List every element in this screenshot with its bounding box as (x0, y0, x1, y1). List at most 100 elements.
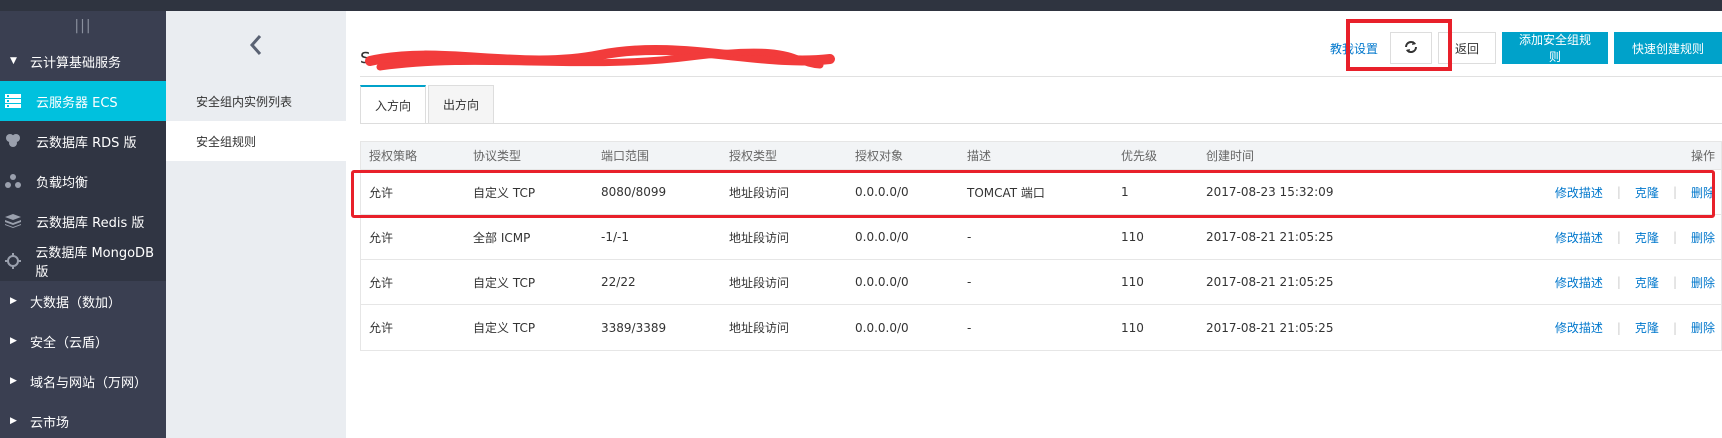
delete-link[interactable]: 删除 (1691, 274, 1715, 291)
column-header: 授权类型 (729, 149, 778, 163)
action-separator: | (1616, 320, 1621, 335)
header-divider (360, 76, 1722, 77)
cell-description: TOMCAT 端口 (967, 185, 1045, 200)
main-content: s 教我设置 返回 添加安全组规则 快速创建规则 入方向 出方向 授权策略 协议… (346, 11, 1722, 438)
sidebar-group-bigdata[interactable]: ▶ 大数据（数加） (0, 281, 166, 321)
cell-auth-object: 0.0.0.0/0 (855, 185, 909, 199)
help-link[interactable]: 教我设置 (1330, 40, 1378, 57)
table-row: 允许 全部 ICMP -1/-1 地址段访问 0.0.0.0/0 - 110 2… (361, 215, 1721, 260)
delete-link[interactable]: 删除 (1691, 229, 1715, 246)
cell-auth-type: 地址段访问 (729, 230, 790, 245)
tab-outbound[interactable]: 出方向 (428, 85, 495, 123)
cell-protocol: 自定义 TCP (473, 321, 536, 335)
cell-priority: 1 (1121, 185, 1129, 199)
action-separator: | (1672, 275, 1677, 289)
edit-description-link[interactable]: 修改描述 (1555, 229, 1603, 246)
quick-create-rule-button[interactable]: 快速创建规则 (1614, 32, 1722, 64)
back-button[interactable]: 返回 (1438, 32, 1496, 64)
cell-auth-type: 地址段访问 (729, 185, 790, 200)
table-row: 允许 自定义 TCP 3389/3389 地址段访问 0.0.0.0/0 - 1… (361, 305, 1721, 350)
action-separator: | (1616, 185, 1621, 199)
row-actions: 修改描述 | 克隆 | 删除 (1555, 229, 1715, 246)
table-row: 允许 自定义 TCP 22/22 地址段访问 0.0.0.0/0 - 110 2… (361, 260, 1721, 305)
sidebar-item-label: 负载均衡 (36, 175, 89, 191)
cell-description: - (967, 275, 972, 289)
sidebar-item-label: 域名与网站（万网） (30, 375, 148, 391)
sidebar-item-label: 安全（云盾） (30, 335, 109, 351)
caret-down-icon: ▼ (10, 56, 17, 66)
cell-protocol: 自定义 TCP (473, 275, 536, 290)
sidebar-group-security[interactable]: ▶ 安全（云盾） (0, 321, 166, 361)
cell-protocol: 自定义 TCP (473, 185, 536, 200)
cell-auth-object: 0.0.0.0/0 (855, 275, 909, 289)
sidebar-item-label: 大数据（数加） (30, 295, 122, 311)
load-balancer-icon (4, 172, 22, 190)
cell-policy: 允许 (369, 275, 394, 290)
delete-link[interactable]: 删除 (1691, 319, 1715, 336)
cell-protocol: 全部 ICMP (473, 230, 531, 245)
cell-actions: 修改描述 | 克隆 | 删除 (1398, 319, 1721, 336)
secondary-nav: 安全组内实例列表 安全组规则 (166, 11, 346, 438)
clone-link[interactable]: 克隆 (1635, 229, 1659, 246)
add-rule-button[interactable]: 添加安全组规则 (1502, 32, 1608, 64)
subnav-item-rules[interactable]: 安全组规则 (166, 121, 346, 161)
cell-port: 8080/8099 (601, 185, 667, 199)
sidebar-item-ecs[interactable]: 云服务器 ECS (0, 81, 166, 121)
direction-tabs: 入方向 出方向 (360, 85, 496, 123)
cell-port: 22/22 (601, 275, 636, 289)
rules-table: 授权策略 协议类型 端口范围 授权类型 授权对象 描述 优先级 创建时间 操作 … (360, 141, 1722, 351)
cell-policy: 允许 (369, 321, 394, 335)
cell-port: -1/-1 (601, 230, 629, 244)
column-header: 端口范围 (601, 149, 650, 163)
delete-link[interactable]: 删除 (1691, 184, 1715, 201)
server-icon (4, 92, 22, 110)
sidebar-item-redis[interactable]: 云数据库 Redis 版 (0, 201, 166, 241)
column-header: 优先级 (1121, 149, 1158, 163)
sidebar-item-label: 云服务器 ECS (36, 95, 118, 111)
cell-policy: 允许 (369, 185, 394, 200)
sidebar-group-cloud-basic[interactable]: ▼ 云计算基础服务 (0, 41, 166, 81)
column-header: 授权对象 (855, 149, 904, 163)
redis-icon (4, 212, 22, 230)
back-chevron-button[interactable] (166, 11, 346, 81)
sidebar-toggle-icon[interactable]: ||| (0, 11, 166, 41)
edit-description-link[interactable]: 修改描述 (1555, 184, 1603, 201)
cell-created: 2017-08-21 21:05:25 (1206, 275, 1334, 289)
sidebar-group-domain[interactable]: ▶ 域名与网站（万网） (0, 361, 166, 401)
refresh-icon (1404, 40, 1418, 57)
cell-auth-type: 地址段访问 (729, 275, 790, 290)
cell-actions: 修改描述 | 克隆 | 删除 (1398, 274, 1721, 291)
caret-right-icon: ▶ (10, 376, 17, 386)
row-actions: 修改描述 | 克隆 | 删除 (1555, 274, 1715, 291)
caret-right-icon: ▶ (10, 296, 17, 306)
subnav-item-instances[interactable]: 安全组内实例列表 (166, 81, 346, 121)
clone-link[interactable]: 克隆 (1635, 274, 1659, 291)
cell-port: 3389/3389 (601, 320, 667, 335)
tab-inbound[interactable]: 入方向 (360, 85, 427, 123)
top-bar (0, 0, 1722, 11)
edit-description-link[interactable]: 修改描述 (1555, 274, 1603, 291)
sidebar-item-mongodb[interactable]: 云数据库 MongoDB 版 (0, 241, 166, 281)
cell-created: 2017-08-21 21:05:25 (1206, 230, 1334, 244)
edit-description-link[interactable]: 修改描述 (1555, 319, 1603, 336)
row-actions: 修改描述 | 克隆 | 删除 (1555, 184, 1715, 201)
cell-created: 2017-08-21 21:05:25 (1206, 320, 1334, 335)
cell-auth-object: 0.0.0.0/0 (855, 320, 909, 335)
sidebar-item-label: 云市场 (30, 415, 70, 431)
chevron-left-icon (249, 34, 263, 59)
clone-link[interactable]: 克隆 (1635, 184, 1659, 201)
cell-actions: 修改描述 | 克隆 | 删除 (1398, 229, 1721, 246)
cell-priority: 110 (1121, 230, 1144, 244)
table-header: 授权策略 协议类型 端口范围 授权类型 授权对象 描述 优先级 创建时间 操作 (361, 142, 1721, 170)
clone-link[interactable]: 克隆 (1635, 319, 1659, 336)
cell-priority: 110 (1121, 275, 1144, 289)
action-separator: | (1616, 230, 1621, 244)
cell-priority: 110 (1121, 320, 1144, 335)
sidebar-item-slb[interactable]: 负载均衡 (0, 161, 166, 201)
cell-description: - (967, 320, 972, 335)
sidebar-group-market[interactable]: ▶ 云市场 (0, 401, 166, 438)
sidebar-item-rds[interactable]: 云数据库 RDS 版 (0, 121, 166, 161)
column-header: 协议类型 (473, 149, 522, 163)
cell-policy: 允许 (369, 230, 394, 245)
refresh-button[interactable] (1390, 32, 1432, 64)
